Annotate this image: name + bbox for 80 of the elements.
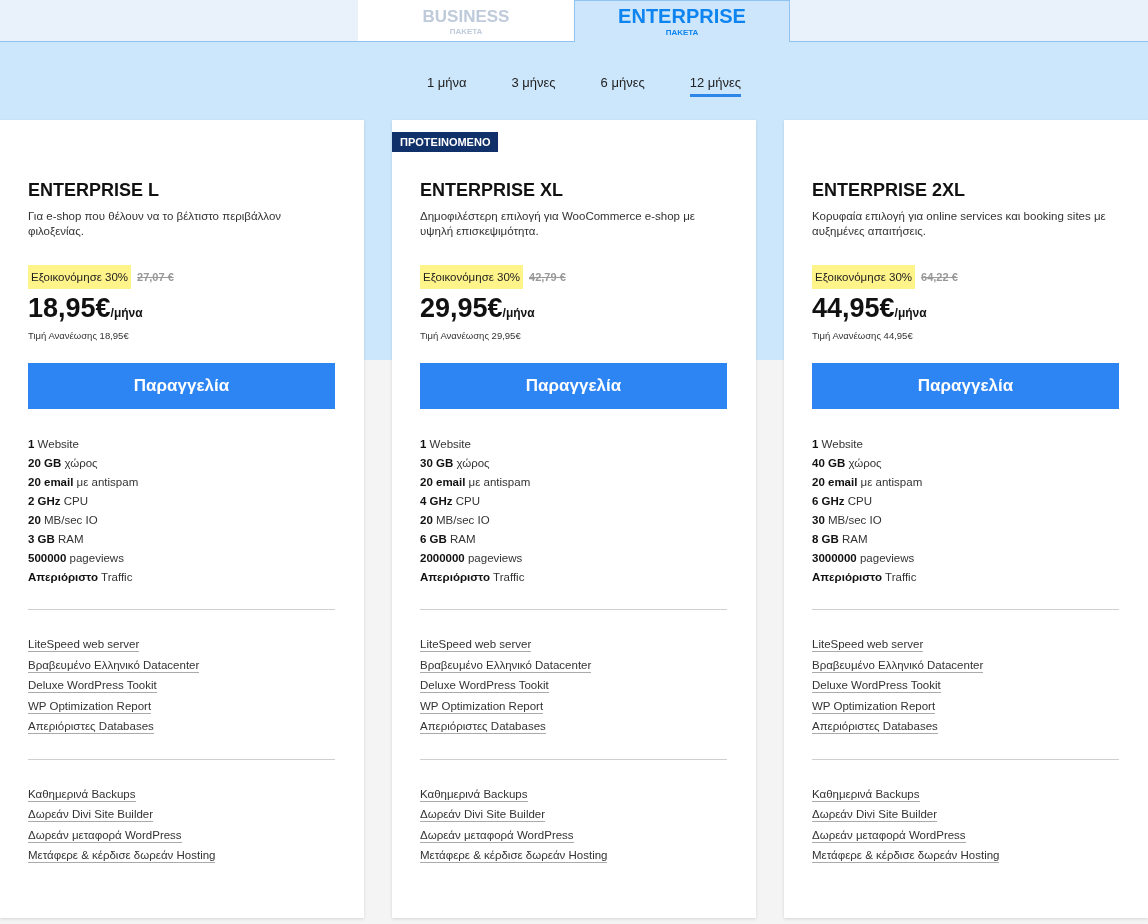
plan-name: ENTERPRISE L [28, 180, 161, 201]
plan-description: Για e-shop που θέλουν να το βέλτιστο περιβάλλον φιλοξενίας. [28, 209, 283, 239]
feature-link[interactable]: Deluxe WordPress Tookit [420, 679, 549, 693]
order-button[interactable]: Παραγγελία [812, 363, 1119, 409]
feature-link[interactable]: Δωρεάν μεταφορά WordPress [812, 828, 966, 843]
feature-link[interactable]: Δωρεάν μεταφορά WordPress [420, 828, 574, 843]
period-tab[interactable]: 1 μήνα [426, 75, 467, 94]
feature-text: 1 Website [812, 437, 864, 452]
feature-text: 20 email με antispam [812, 475, 924, 490]
feature-text: 3 GB RAM [28, 532, 85, 547]
price-period: /μήνα [894, 306, 927, 320]
feature-text: 30 GB χώρος [420, 456, 491, 471]
plan-description: Δημοφιλέστερη επιλογή για WooCommerce e-shop με υψηλή επισκεψιμότητα. [420, 209, 696, 239]
price: 18,95€ [28, 293, 111, 324]
recommended-badge: ΠΡΟΤΕΙΝΟΜΕΝΟ [392, 132, 499, 152]
price: 29,95€ [420, 293, 503, 324]
feature-link[interactable]: LiteSpeed web server [812, 638, 924, 652]
feature-link[interactable]: WP Optimization Report [28, 699, 152, 714]
price-period: /μήνα [502, 306, 535, 320]
feature-link[interactable]: Απεριόριστες Databases [812, 720, 938, 734]
feature-link[interactable]: LiteSpeed web server [28, 638, 140, 652]
price-period: /μήνα [110, 306, 143, 320]
feature-link[interactable]: Βραβευμένο Ελληνικό Datacenter [420, 658, 592, 673]
feature-link[interactable]: Μετάφερε & κέρδισε δωρεάν Hosting [420, 849, 608, 863]
feature-link[interactable]: WP Optimization Report [812, 699, 936, 714]
feature-link[interactable]: Δωρεάν Divi Site Builder [812, 808, 938, 822]
period-tab[interactable]: 12 μήνες [689, 75, 742, 97]
feature-text: 6 GHz CPU [812, 494, 874, 509]
feature-link[interactable]: Απεριόριστες Databases [420, 720, 546, 734]
feature-link[interactable]: Δωρεάν Divi Site Builder [28, 808, 154, 822]
discount-label: Εξοικονόμησε 30% [28, 265, 132, 289]
feature-link[interactable]: LiteSpeed web server [420, 638, 532, 652]
feature-link[interactable]: Μετάφερε & κέρδισε δωρεάν Hosting [28, 849, 216, 863]
feature-text: 8 GB RAM [812, 532, 869, 547]
renewal-price: Τιμή Ανανέωσης 18,95€ [28, 330, 130, 341]
order-button[interactable]: Παραγγελία [28, 363, 335, 409]
feature-text: 30 MB/sec IO [812, 513, 883, 528]
plan-name: ENTERPRISE 2XL [812, 180, 967, 201]
feature-text: 20 MB/sec IO [28, 513, 99, 528]
feature-text: 20 MB/sec IO [420, 513, 491, 528]
feature-text: 1 Website [28, 437, 80, 452]
old-price: 27,07 € [137, 271, 174, 283]
feature-link[interactable]: Βραβευμένο Ελληνικό Datacenter [812, 658, 984, 673]
feature-text: 3000000 pageviews [812, 551, 916, 566]
old-price: 64,22 € [921, 271, 958, 283]
feature-text: 1 Website [420, 437, 472, 452]
feature-text: Απεριόριστο Traffic [420, 570, 526, 585]
feature-text: 4 GHz CPU [420, 494, 482, 509]
period-tab[interactable]: 6 μήνες [600, 75, 645, 94]
order-button[interactable]: Παραγγελία [420, 363, 727, 409]
feature-text: 500000 pageviews [28, 551, 125, 566]
feature-text: 6 GB RAM [420, 532, 477, 547]
feature-link[interactable]: Μετάφερε & κέρδισε δωρεάν Hosting [812, 849, 1000, 863]
feature-text: 20 email με antispam [420, 475, 532, 490]
feature-text: 20 GB χώρος [28, 456, 99, 471]
renewal-price: Τιμή Ανανέωσης 29,95€ [420, 330, 522, 341]
discount-label: Εξοικονόμησε 30% [812, 265, 916, 289]
feature-text: 40 GB χώρος [812, 456, 883, 471]
feature-text: 2000000 pageviews [420, 551, 524, 566]
feature-link[interactable]: Deluxe WordPress Tookit [28, 679, 157, 693]
period-tab[interactable]: 3 μήνες [511, 75, 556, 94]
old-price: 42,79 € [529, 271, 566, 283]
feature-link[interactable]: Καθημερινά Backups [420, 787, 528, 802]
feature-link[interactable]: Deluxe WordPress Tookit [812, 679, 941, 693]
feature-link[interactable]: Βραβευμένο Ελληνικό Datacenter [28, 658, 200, 673]
feature-link[interactable]: Καθημερινά Backups [28, 787, 136, 802]
feature-link[interactable]: Δωρεάν Divi Site Builder [420, 808, 546, 822]
feature-text: Απεριόριστο Traffic [812, 570, 918, 585]
feature-link[interactable]: Καθημερινά Backups [812, 787, 920, 802]
renewal-price: Τιμή Ανανέωσης 44,95€ [812, 330, 914, 341]
feature-link[interactable]: WP Optimization Report [420, 699, 544, 714]
feature-text: Απεριόριστο Traffic [28, 570, 134, 585]
feature-text: 2 GHz CPU [28, 494, 90, 509]
plan-name: ENTERPRISE XL [420, 180, 565, 201]
price: 44,95€ [812, 293, 895, 324]
feature-text: 20 email με antispam [28, 475, 140, 490]
feature-link[interactable]: Απεριόριστες Databases [28, 720, 154, 734]
plan-description: Κορυφαία επιλογή για online services και booking sites με αυξημένες απαιτήσεις. [812, 209, 1107, 239]
feature-link[interactable]: Δωρεάν μεταφορά WordPress [28, 828, 182, 843]
discount-label: Εξοικονόμησε 30% [420, 265, 524, 289]
